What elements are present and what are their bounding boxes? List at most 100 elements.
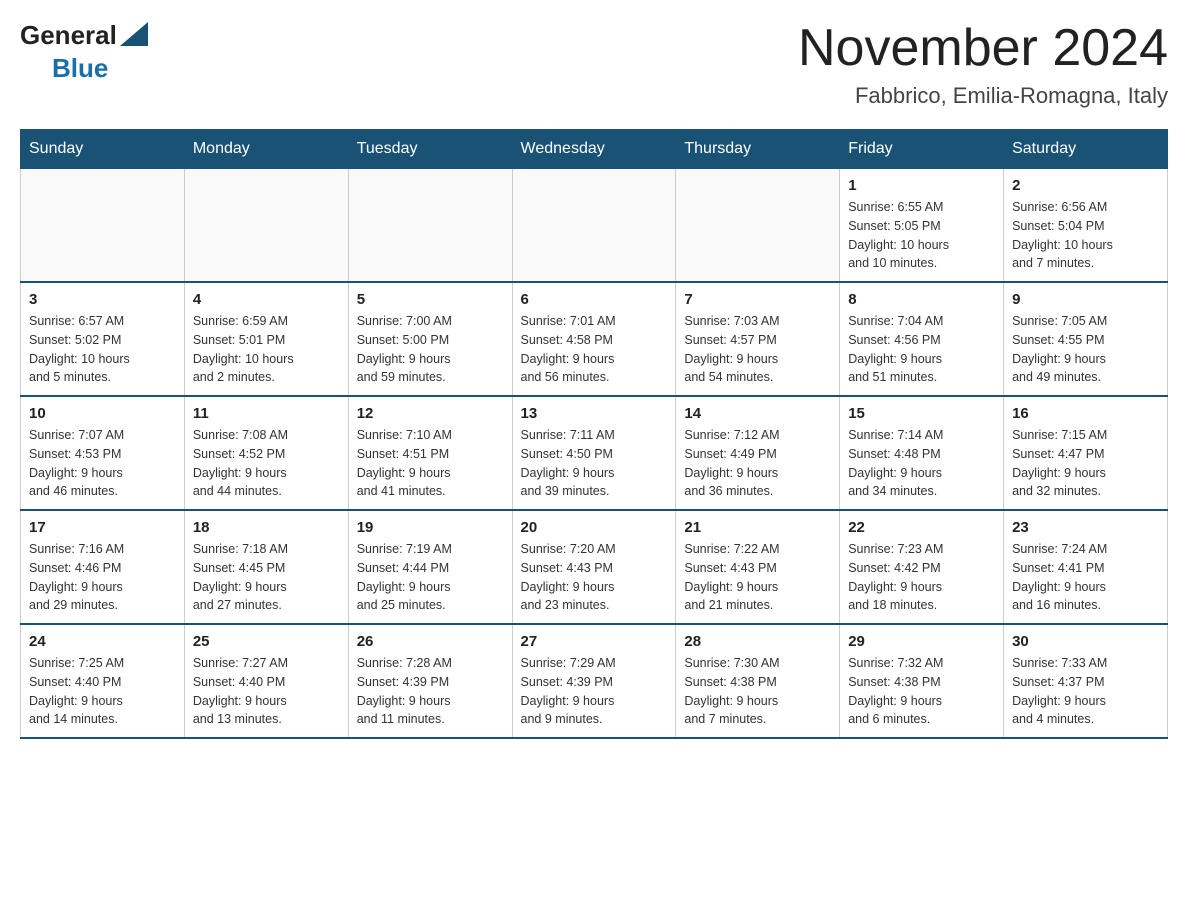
day-number: 25 [193,633,340,650]
day-info: Sunrise: 7:27 AMSunset: 4:40 PMDaylight:… [193,654,340,729]
table-row: 10 Sunrise: 7:07 AMSunset: 4:53 PMDayligh… [21,396,185,510]
col-thursday: Thursday [676,130,840,169]
table-row: 16 Sunrise: 7:15 AMSunset: 4:47 PMDayligh… [1004,396,1168,510]
calendar-header-row: Sunday Monday Tuesday Wednesday Thursday… [21,130,1168,169]
table-row: 20 Sunrise: 7:20 AMSunset: 4:43 PMDayligh… [512,510,676,624]
day-info: Sunrise: 7:22 AMSunset: 4:43 PMDaylight:… [684,540,831,615]
table-row: 29 Sunrise: 7:32 AMSunset: 4:38 PMDayligh… [840,624,1004,738]
day-info: Sunrise: 7:18 AMSunset: 4:45 PMDaylight:… [193,540,340,615]
day-info: Sunrise: 7:15 AMSunset: 4:47 PMDaylight:… [1012,426,1159,501]
table-row: 24 Sunrise: 7:25 AMSunset: 4:40 PMDayligh… [21,624,185,738]
table-row: 27 Sunrise: 7:29 AMSunset: 4:39 PMDayligh… [512,624,676,738]
day-info: Sunrise: 7:30 AMSunset: 4:38 PMDaylight:… [684,654,831,729]
table-row: 22Sunrise: 7:23 AMSunset: 4:42 PMDayligh… [840,510,1004,624]
logo-triangle-icon [120,22,148,46]
col-monday: Monday [184,130,348,169]
day-info: Sunrise: 7:14 AMSunset: 4:48 PMDaylight:… [848,426,995,501]
day-info: Sunrise: 7:00 AMSunset: 5:00 PMDaylight:… [357,312,504,387]
table-row [21,169,185,283]
title-area: November 2024 Fabbrico, Emilia-Romagna, … [798,20,1168,109]
calendar-week-row: 1 Sunrise: 6:55 AMSunset: 5:05 PMDaylight… [21,169,1168,283]
day-number: 9 [1012,291,1159,308]
table-row [512,169,676,283]
day-number: 4 [193,291,340,308]
day-info: Sunrise: 6:55 AMSunset: 5:05 PMDaylight:… [848,198,995,273]
day-info: Sunrise: 7:33 AMSunset: 4:37 PMDaylight:… [1012,654,1159,729]
location-subtitle: Fabbrico, Emilia-Romagna, Italy [798,83,1168,109]
day-number: 24 [29,633,176,650]
day-number: 8 [848,291,995,308]
day-number: 26 [357,633,504,650]
day-info: Sunrise: 7:24 AMSunset: 4:41 PMDaylight:… [1012,540,1159,615]
table-row: 7Sunrise: 7:03 AMSunset: 4:57 PMDaylight… [676,282,840,396]
day-number: 14 [684,405,831,422]
logo: General Blue [20,20,148,84]
day-number: 29 [848,633,995,650]
calendar-week-row: 10 Sunrise: 7:07 AMSunset: 4:53 PMDayligh… [21,396,1168,510]
day-number: 12 [357,405,504,422]
day-number: 1 [848,177,995,194]
table-row: 21Sunrise: 7:22 AMSunset: 4:43 PMDayligh… [676,510,840,624]
table-row [348,169,512,283]
table-row: 6Sunrise: 7:01 AMSunset: 4:58 PMDaylight… [512,282,676,396]
month-title: November 2024 [798,20,1168,77]
day-info: Sunrise: 7:07 AMSunset: 4:53 PMDaylight:… [29,426,176,501]
day-info: Sunrise: 6:57 AMSunset: 5:02 PMDaylight:… [29,312,176,387]
day-number: 5 [357,291,504,308]
table-row: 5 Sunrise: 7:00 AMSunset: 5:00 PMDaylight… [348,282,512,396]
day-info: Sunrise: 7:28 AMSunset: 4:39 PMDaylight:… [357,654,504,729]
day-number: 16 [1012,405,1159,422]
table-row: 26 Sunrise: 7:28 AMSunset: 4:39 PMDayligh… [348,624,512,738]
day-number: 23 [1012,519,1159,536]
day-info: Sunrise: 7:16 AMSunset: 4:46 PMDaylight:… [29,540,176,615]
table-row: 23 Sunrise: 7:24 AMSunset: 4:41 PMDayligh… [1004,510,1168,624]
table-row: 9Sunrise: 7:05 AMSunset: 4:55 PMDaylight… [1004,282,1168,396]
col-tuesday: Tuesday [348,130,512,169]
table-row: 2 Sunrise: 6:56 AMSunset: 5:04 PMDaylight… [1004,169,1168,283]
day-number: 30 [1012,633,1159,650]
day-number: 2 [1012,177,1159,194]
logo-blue-text: Blue [52,53,108,84]
table-row: 8 Sunrise: 7:04 AMSunset: 4:56 PMDaylight… [840,282,1004,396]
day-info: Sunrise: 7:08 AMSunset: 4:52 PMDaylight:… [193,426,340,501]
table-row: 13Sunrise: 7:11 AMSunset: 4:50 PMDayligh… [512,396,676,510]
day-number: 13 [521,405,668,422]
day-info: Sunrise: 7:32 AMSunset: 4:38 PMDaylight:… [848,654,995,729]
calendar-table: Sunday Monday Tuesday Wednesday Thursday… [20,129,1168,739]
table-row: 19 Sunrise: 7:19 AMSunset: 4:44 PMDayligh… [348,510,512,624]
day-info: Sunrise: 7:25 AMSunset: 4:40 PMDaylight:… [29,654,176,729]
calendar-week-row: 17 Sunrise: 7:16 AMSunset: 4:46 PMDayligh… [21,510,1168,624]
col-wednesday: Wednesday [512,130,676,169]
table-row: 11Sunrise: 7:08 AMSunset: 4:52 PMDayligh… [184,396,348,510]
table-row: 14 Sunrise: 7:12 AMSunset: 4:49 PMDayligh… [676,396,840,510]
day-info: Sunrise: 7:04 AMSunset: 4:56 PMDaylight:… [848,312,995,387]
col-saturday: Saturday [1004,130,1168,169]
day-info: Sunrise: 7:19 AMSunset: 4:44 PMDaylight:… [357,540,504,615]
day-info: Sunrise: 7:20 AMSunset: 4:43 PMDaylight:… [521,540,668,615]
day-number: 6 [521,291,668,308]
table-row: 4 Sunrise: 6:59 AMSunset: 5:01 PMDaylight… [184,282,348,396]
table-row [676,169,840,283]
table-row: 18Sunrise: 7:18 AMSunset: 4:45 PMDayligh… [184,510,348,624]
table-row: 1 Sunrise: 6:55 AMSunset: 5:05 PMDaylight… [840,169,1004,283]
header: General Blue November 2024 Fabbrico, Emi… [20,20,1168,109]
day-number: 10 [29,405,176,422]
calendar-week-row: 24 Sunrise: 7:25 AMSunset: 4:40 PMDayligh… [21,624,1168,738]
table-row: 25 Sunrise: 7:27 AMSunset: 4:40 PMDayligh… [184,624,348,738]
day-info: Sunrise: 7:12 AMSunset: 4:49 PMDaylight:… [684,426,831,501]
day-number: 15 [848,405,995,422]
day-number: 17 [29,519,176,536]
table-row: 17 Sunrise: 7:16 AMSunset: 4:46 PMDayligh… [21,510,185,624]
calendar-week-row: 3Sunrise: 6:57 AMSunset: 5:02 PMDaylight… [21,282,1168,396]
day-info: Sunrise: 6:59 AMSunset: 5:01 PMDaylight:… [193,312,340,387]
day-number: 20 [521,519,668,536]
table-row: 15 Sunrise: 7:14 AMSunset: 4:48 PMDayligh… [840,396,1004,510]
day-number: 28 [684,633,831,650]
table-row: 28 Sunrise: 7:30 AMSunset: 4:38 PMDayligh… [676,624,840,738]
day-number: 19 [357,519,504,536]
day-number: 7 [684,291,831,308]
day-number: 27 [521,633,668,650]
table-row: 12Sunrise: 7:10 AMSunset: 4:51 PMDayligh… [348,396,512,510]
day-info: Sunrise: 7:29 AMSunset: 4:39 PMDaylight:… [521,654,668,729]
day-info: Sunrise: 6:56 AMSunset: 5:04 PMDaylight:… [1012,198,1159,273]
